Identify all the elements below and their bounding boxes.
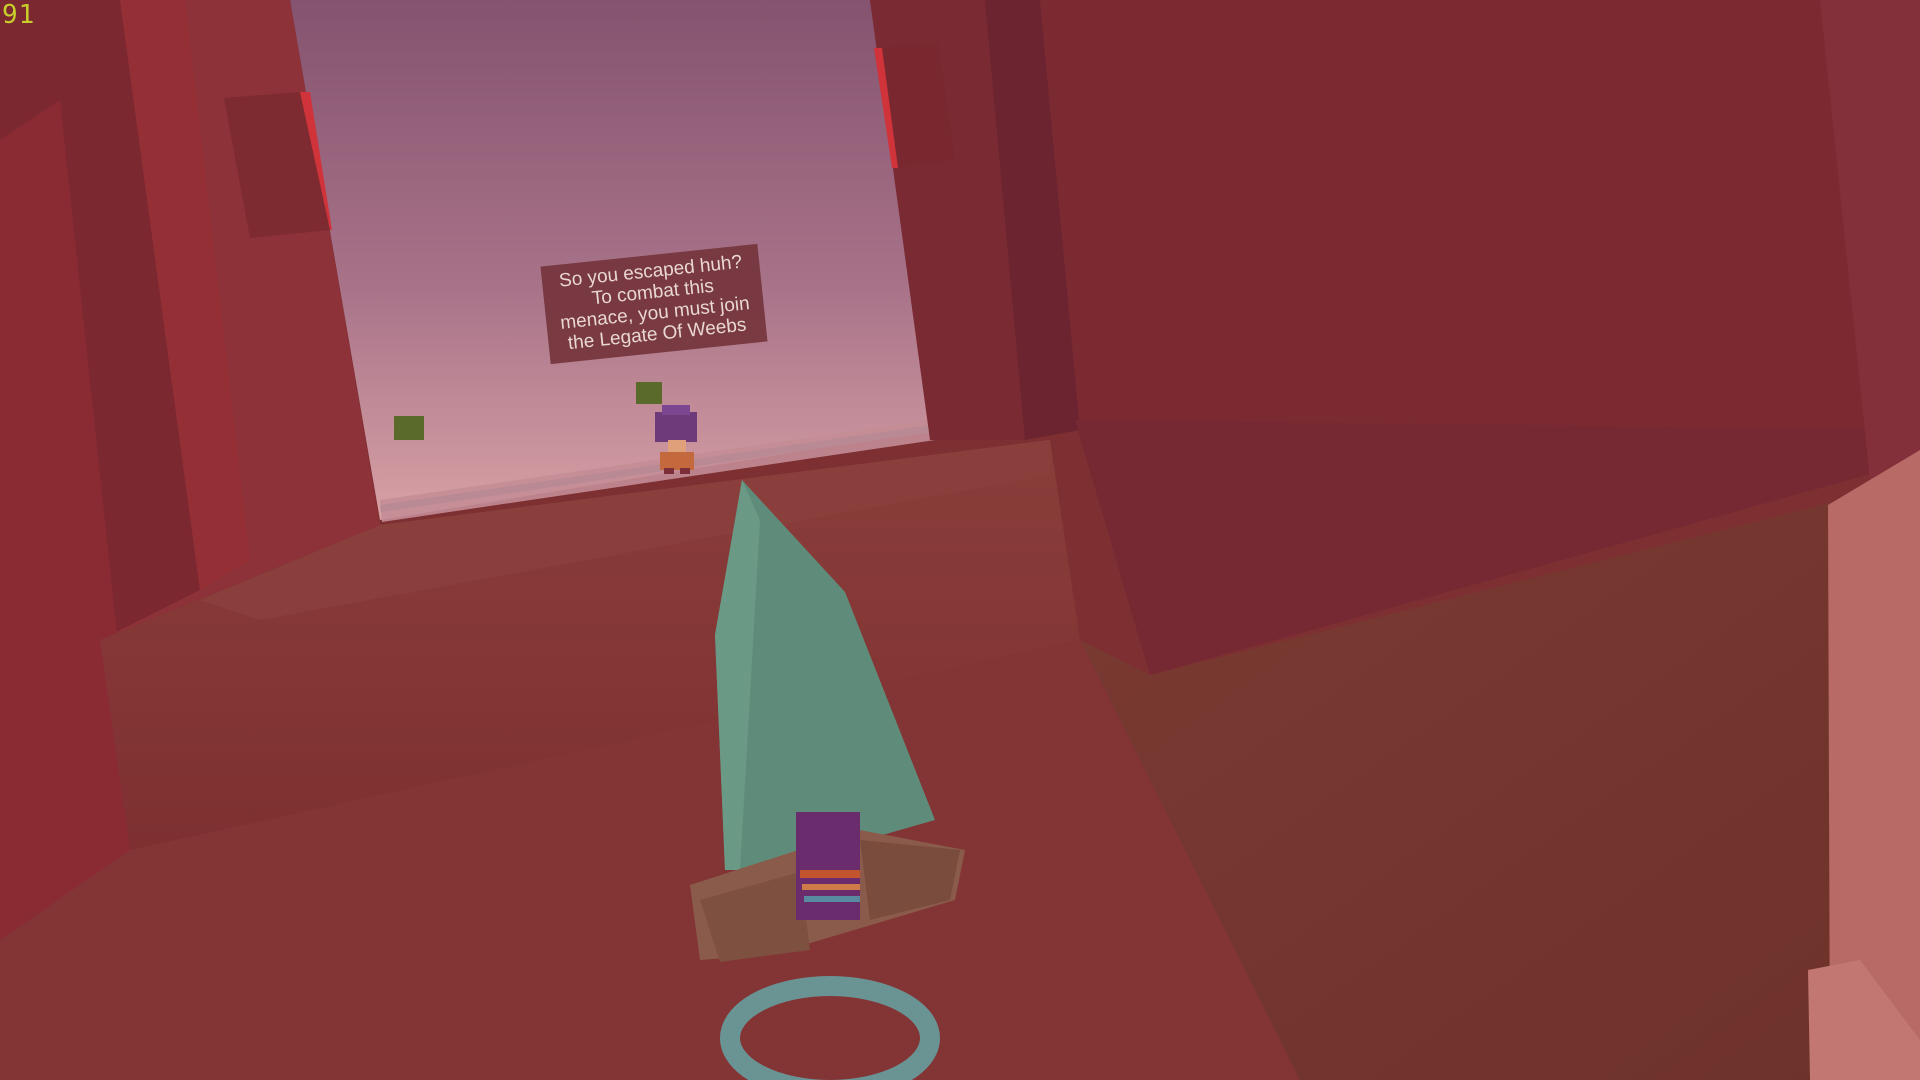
- pickup-cube-left: [394, 416, 424, 440]
- npc-character: [655, 405, 697, 474]
- game-scene: [0, 0, 1920, 1080]
- fps-counter: 91: [2, 0, 36, 30]
- game-viewport[interactable]: 91 So you escaped huh? To combat this me…: [0, 0, 1920, 1080]
- pickup-cube-center: [636, 382, 662, 404]
- sword-grip: [796, 812, 860, 920]
